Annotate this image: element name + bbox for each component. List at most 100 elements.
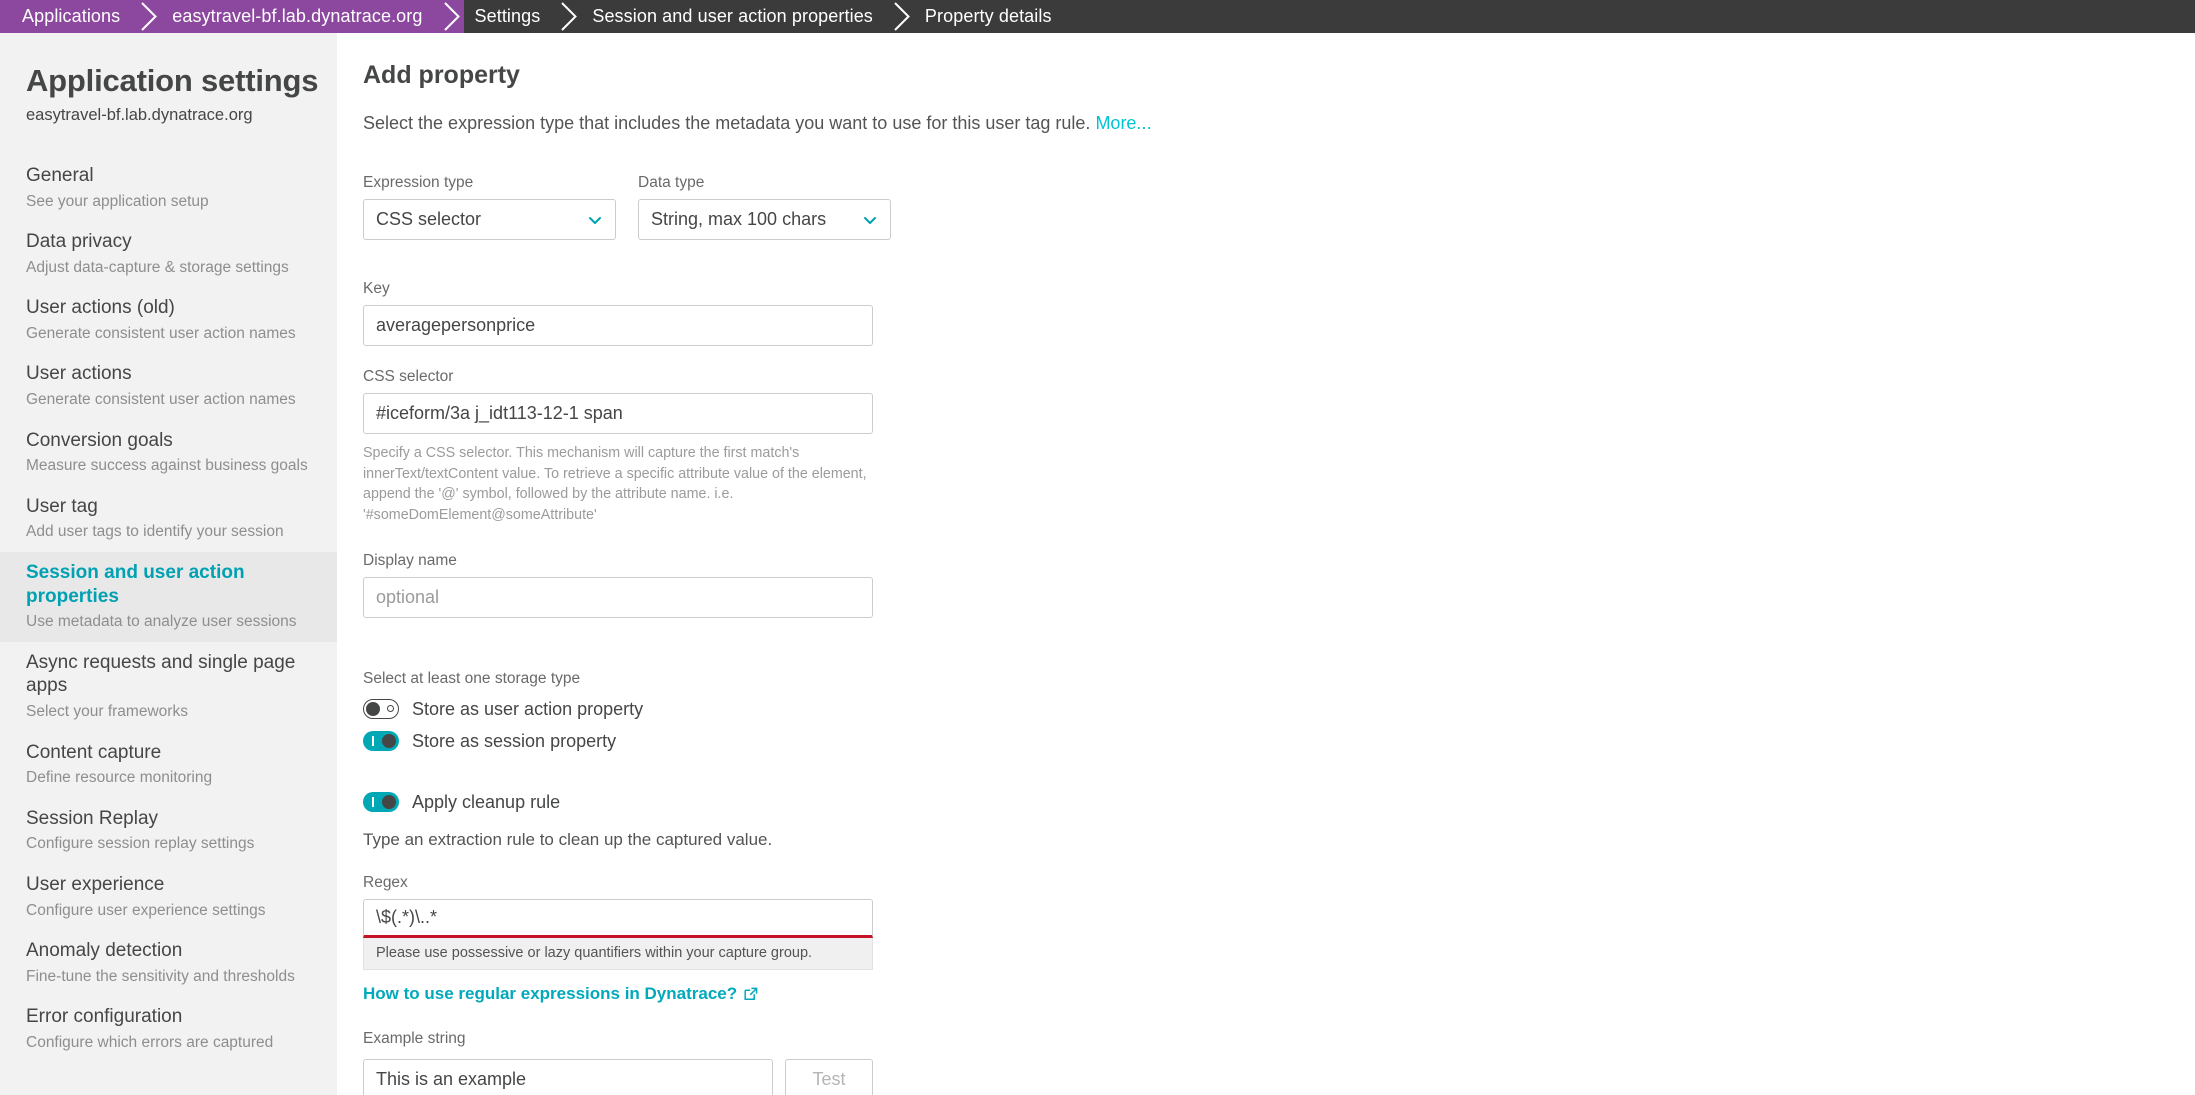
sidebar-item-label: Async requests and single page apps (26, 651, 296, 697)
css-selector-value: #iceform/3a j_idt113-12-1 span (376, 403, 623, 423)
section-heading: Add property (363, 61, 520, 89)
sidebar-item-user-actions-old[interactable]: User actions (old) Generate consistent us… (0, 287, 337, 353)
data-type-label: Data type (638, 174, 705, 191)
toggle-store-user-action-property[interactable]: Store as user action property (363, 699, 2195, 720)
breadcrumb-item-label: Settings (474, 6, 541, 26)
key-input[interactable]: averagepersonprice (363, 305, 873, 346)
example-string-label: Example string (363, 1029, 466, 1047)
expression-type-select[interactable]: CSS selector (363, 199, 616, 240)
example-string-placeholder: This is an example (376, 1068, 527, 1089)
sidebar-item-user-tag[interactable]: User tag Add user tags to identify your s… (0, 486, 337, 552)
type-row: Expression type CSS selector Data type S… (363, 174, 2195, 240)
sidebar-item-label: Conversion goals (26, 429, 173, 451)
storage-type-group: Select at least one storage type Store a… (363, 670, 2195, 752)
sidebar-item-content-capture[interactable]: Content capture Define resource monitorin… (0, 732, 337, 798)
toggle-switch-on-icon (363, 792, 399, 813)
sidebar-item-general[interactable]: General See your application setup (0, 155, 337, 221)
example-string-input[interactable]: This is an example (363, 1058, 773, 1095)
breadcrumb-item-1[interactable]: Applications (0, 0, 162, 33)
external-link-icon (744, 987, 758, 1001)
cleanup-rule-group: Apply cleanup rule Type an extraction ru… (363, 792, 2195, 850)
regex-label: Regex (363, 873, 408, 891)
expression-type-value: CSS selector (376, 209, 482, 229)
main-content: Add property Select the expression type … (337, 33, 2195, 1095)
breadcrumb-item-2[interactable]: easytravel-bf.lab.dynatrace.org (150, 0, 464, 33)
expression-type-group: Expression type CSS selector (363, 174, 616, 240)
test-button[interactable]: Test (785, 1058, 873, 1095)
sidebar-item-description: Define resource monitoring (26, 769, 213, 787)
more-link[interactable]: More... (1095, 113, 1151, 133)
sidebar-item-description: Add user tags to identify your session (26, 523, 284, 541)
toggle-label: Apply cleanup rule (412, 791, 561, 812)
intro-paragraph: Select the expression type that includes… (363, 113, 2195, 134)
breadcrumb-item-5[interactable]: Property details (902, 0, 1074, 33)
data-type-group: Data type String, max 100 chars (638, 174, 891, 240)
sidebar-item-async-requests-and-single-page-apps[interactable]: Async requests and single page apps Selec… (0, 642, 337, 732)
key-group: Key averagepersonprice (363, 280, 2195, 346)
sidebar-item-description: Generate consistent user action names (26, 325, 296, 342)
sidebar-item-description: Generate consistent user action names (26, 391, 296, 409)
sidebar-item-description: Configure user experience settings (26, 901, 266, 919)
css-selector-input[interactable]: #iceform/3a j_idt113-12-1 span (363, 393, 873, 434)
sidebar-item-description: Configure session replay settings (26, 835, 255, 853)
display-name-label: Display name (363, 551, 457, 569)
storage-type-label: Select at least one storage type (363, 669, 581, 687)
css-selector-hint: Specify a CSS selector. This mechanism w… (363, 445, 867, 524)
sidebar-item-label: Anomaly detection (26, 939, 183, 961)
page-body: Application settings easytravel-bf.lab.d… (0, 33, 2195, 1095)
sidebar-item-anomaly-detection[interactable]: Anomaly detection Fine-tune the sensitivi… (0, 930, 337, 996)
intro-text: Select the expression type that includes… (363, 113, 1091, 133)
sidebar-item-label: Content capture (26, 741, 162, 763)
toggle-switch-off-icon (363, 699, 399, 720)
application-name: easytravel-bf.lab.dynatrace.org (26, 106, 253, 124)
regex-help-link[interactable]: How to use regular expressions in Dynatr… (363, 984, 758, 1004)
breadcrumb-item-label: Property details (924, 6, 1052, 26)
breadcrumb: Applications easytravel-bf.lab.dynatrace.… (0, 0, 2195, 33)
sidebar-item-label: Data privacy (26, 231, 132, 253)
toggle-apply-cleanup-rule[interactable]: Apply cleanup rule (363, 792, 2195, 813)
sidebar-item-description: See your application setup (26, 192, 209, 210)
sidebar-item-session-replay[interactable]: Session Replay Configure session replay s… (0, 798, 337, 864)
page-title: Application settings (26, 63, 319, 98)
example-row: This is an example Test (363, 1058, 2195, 1095)
toggle-label: Store as user action property (412, 698, 644, 719)
breadcrumb-item-3[interactable]: Settings (452, 0, 582, 33)
sidebar-item-user-actions[interactable]: User actions Generate consistent user act… (0, 353, 337, 419)
example-string-group: Example string This is an example Test (363, 1030, 2195, 1095)
breadcrumb-item-label: Session and user action properties (592, 6, 873, 26)
toggle-label: Store as session property (412, 730, 617, 751)
toggle-store-session-property[interactable]: Store as session property (363, 731, 2195, 752)
sidebar-item-conversion-goals[interactable]: Conversion goals Measure success against … (0, 420, 337, 486)
regex-input[interactable]: \$(.*)\..* (363, 898, 873, 938)
breadcrumb-item-label: easytravel-bf.lab.dynatrace.org (172, 6, 423, 26)
cleanup-description: Type an extraction rule to clean up the … (363, 829, 773, 849)
sidebar-item-data-privacy[interactable]: Data privacy Adjust data-capture & storag… (0, 221, 337, 287)
sidebar-item-description: Adjust data-capture & storage settings (26, 258, 289, 276)
sidebar-item-description: Fine-tune the sensitivity and thresholds (26, 967, 295, 985)
breadcrumb-item-4[interactable]: Session and user action properties (570, 0, 914, 33)
chevron-down-icon (862, 212, 878, 228)
regex-field-with-error: \$(.*)\..* Please use possessive or lazy… (363, 898, 873, 970)
sidebar-item-session-and-user-action-properties[interactable]: Session and user action properties Use me… (0, 551, 337, 642)
sidebar-item-description: Use metadata to analyze user sessions (26, 613, 297, 631)
display-name-group: Display name optional (363, 552, 2195, 618)
regex-group: Regex \$(.*)\..* Please use possessive o… (363, 874, 2195, 1004)
sidebar-item-description: Configure which errors are captured (26, 1033, 274, 1051)
sidebar-item-label: User actions (old) (26, 297, 175, 319)
display-name-input[interactable]: optional (363, 576, 873, 618)
sidebar-item-error-configuration[interactable]: Error configuration Configure which error… (0, 996, 337, 1062)
breadcrumb-item-label: Applications (22, 6, 121, 26)
css-selector-group: CSS selector #iceform/3a j_idt113-12-1 s… (363, 368, 2195, 526)
chevron-down-icon (587, 212, 603, 228)
regex-help-link-label: How to use regular expressions in Dynatr… (363, 983, 738, 1003)
sidebar-item-label: Session Replay (26, 807, 159, 829)
sidebar-item-label: User actions (26, 363, 132, 385)
data-type-select[interactable]: String, max 100 chars (638, 199, 891, 240)
display-name-placeholder: optional (376, 586, 440, 607)
css-selector-label: CSS selector (363, 368, 454, 385)
sidebar-nav: General See your application setup Data pr… (0, 155, 337, 1062)
sidebar-item-user-experience[interactable]: User experience Configure user experience… (0, 864, 337, 930)
regex-error-message: Please use possessive or lazy quantifier… (363, 937, 873, 970)
settings-sidebar: Application settings easytravel-bf.lab.d… (0, 33, 337, 1095)
key-label: Key (363, 280, 390, 297)
